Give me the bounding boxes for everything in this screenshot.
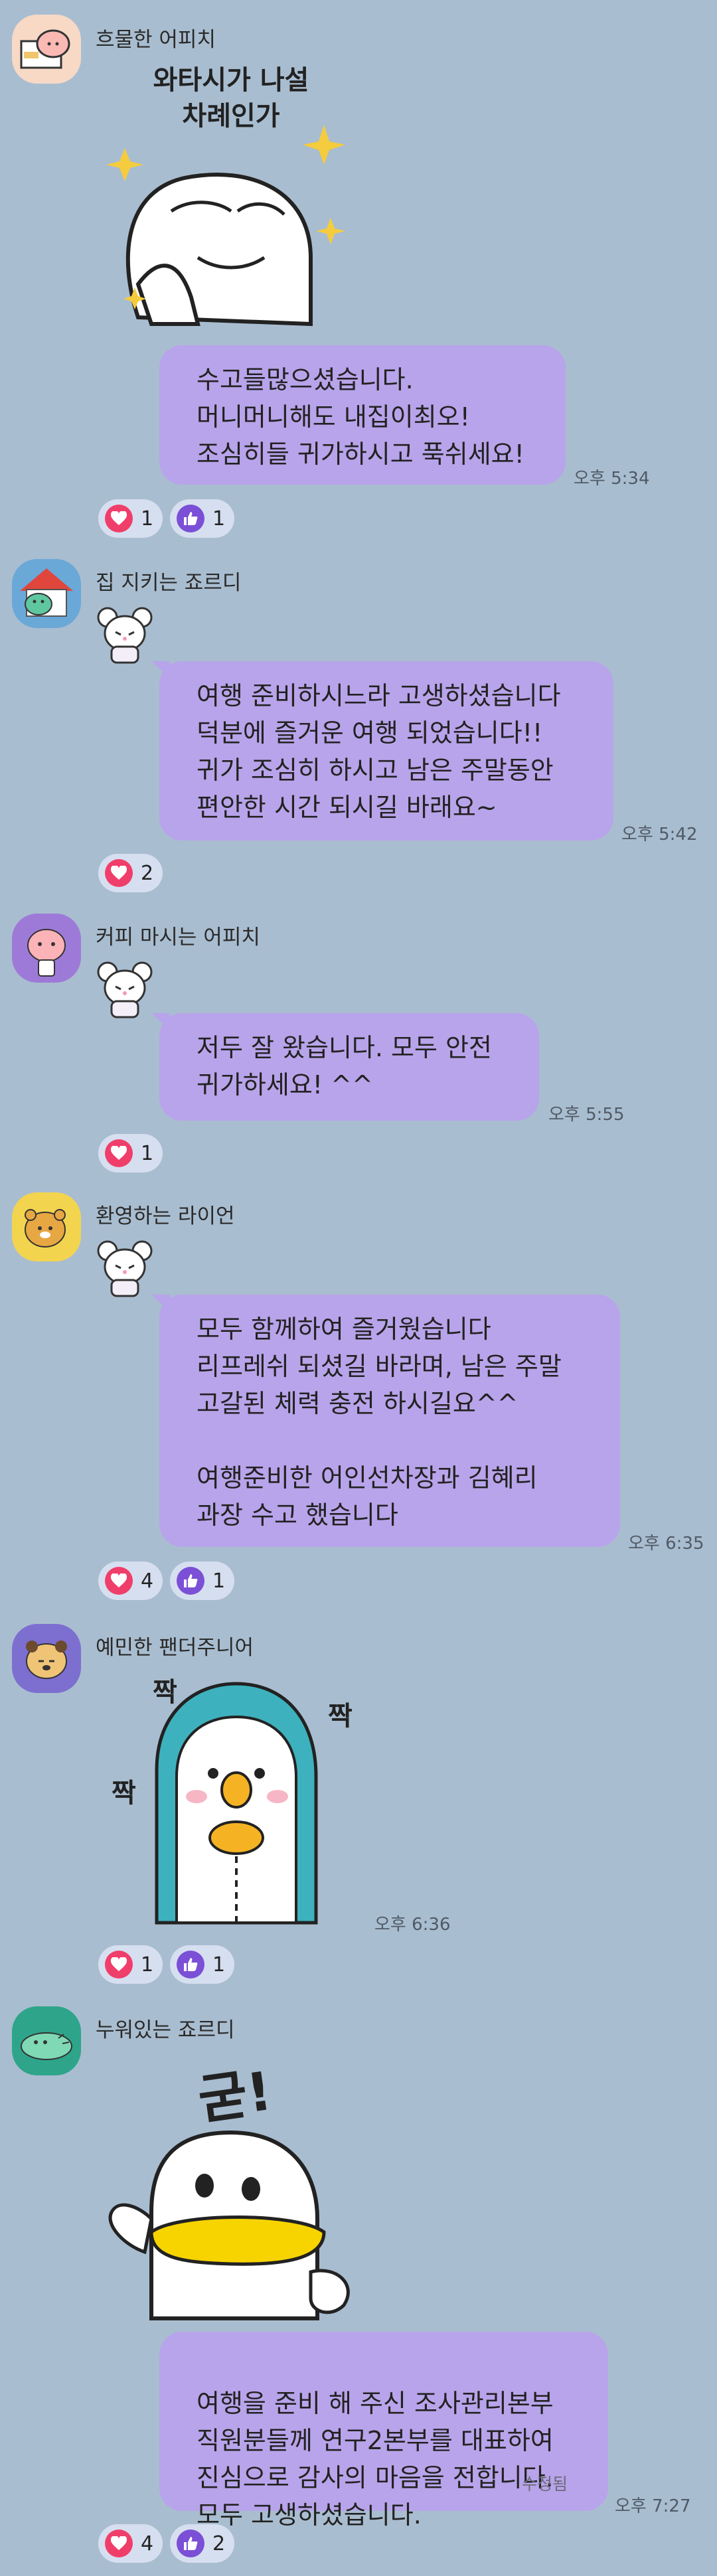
message-time: 오후 6:35	[628, 1534, 704, 1554]
jordy-house-avatar-icon	[20, 568, 73, 617]
avatar[interactable]	[12, 559, 81, 628]
reaction-like[interactable]: 1	[170, 499, 235, 538]
message-time: 오후 5:42	[621, 825, 698, 845]
reaction-heart[interactable]: 2	[98, 854, 163, 892]
sticker-caption: 짝	[112, 1778, 136, 1809]
sender-name: 커피 마시는 어피치	[96, 926, 260, 949]
message-bubble[interactable]: 모두 함께하여 즐거웠습니다 리프레쉬 되셨길 바라며, 남은 주말 고갈된 체…	[151, 1295, 620, 1547]
mouse-sticker-icon	[97, 961, 153, 1018]
ryan-avatar-icon	[25, 1209, 66, 1248]
apeach-avatar-icon	[20, 29, 70, 69]
heart-icon	[105, 1567, 133, 1595]
reaction-count: 1	[212, 1953, 226, 1976]
thumbs-up-icon	[177, 2530, 204, 2557]
reaction-count: 4	[141, 2532, 154, 2555]
sticker[interactable]	[97, 960, 153, 1020]
heart-icon	[105, 2530, 133, 2557]
heart-icon	[105, 859, 133, 887]
mouse-sticker-icon	[97, 1240, 153, 1297]
sender-name: 예민한 팬더주니어	[96, 1636, 254, 1660]
reaction-like[interactable]: 2	[170, 2524, 235, 2563]
message-text: 여행을 준비 해 주신 조사관리본부 직원분들께 연구2본부를 대표하여 진심으…	[197, 2389, 554, 2530]
reaction-count: 1	[141, 1141, 154, 1165]
reaction-count: 2	[212, 2532, 226, 2555]
reaction-heart[interactable]: 1	[98, 1134, 163, 1172]
message-bubble[interactable]: 수고들많으셨습니다. 머니머니해도 내집이최오! 조심히들 귀가하시고 푹쉬세요…	[159, 345, 566, 485]
avatar[interactable]	[12, 1192, 81, 1261]
reaction-heart[interactable]: 1	[98, 1945, 163, 1984]
jordy-lying-avatar-icon	[21, 2032, 72, 2060]
reaction-heart[interactable]: 4	[98, 1562, 163, 1600]
apeach-coffee-avatar-icon	[27, 929, 66, 977]
reaction-like[interactable]: 1	[170, 1562, 235, 1600]
sticker[interactable]	[97, 605, 153, 665]
sender-name: 집 지키는 죠르디	[96, 571, 242, 595]
avatar[interactable]	[12, 1624, 81, 1693]
panda-jr-avatar-icon	[26, 1641, 67, 1679]
reaction-count: 2	[141, 861, 154, 885]
message-bubble[interactable]: 저두 잘 왔습니다. 모두 안전 귀가하세요! ^^	[151, 1013, 539, 1121]
sticker-caption: 짝	[153, 1677, 177, 1708]
heart-icon	[105, 1139, 133, 1167]
message-bubble[interactable]: 여행 준비하시느라 고생하셨습니다 덕분에 즐거운 여행 되었습니다!! 귀가 …	[151, 661, 613, 841]
sticker[interactable]: 짝 짝 짝	[104, 1664, 369, 1929]
sender-name: 환영하는 라이언	[96, 1204, 235, 1228]
message-time: 오후 7:27	[615, 2496, 691, 2516]
sticker-caption: 와타시가 나설 차례인가	[153, 65, 309, 131]
edited-label: 수정됨	[522, 2474, 568, 2494]
message-time: 오후 5:55	[548, 1105, 625, 1125]
sticker[interactable]: 와타시가 나설 차례인가	[98, 58, 364, 331]
sticker-caption: 굳!	[194, 2059, 276, 2132]
sender-name: 누워있는 죠르디	[96, 2018, 235, 2042]
avatar[interactable]	[12, 15, 81, 84]
avatar[interactable]	[12, 2006, 81, 2075]
message-time: 오후 6:36	[374, 1915, 451, 1935]
message-time: 오후 5:34	[574, 469, 650, 489]
thumbs-up-icon	[177, 505, 204, 532]
heart-icon	[105, 1951, 133, 1978]
sticker[interactable]: 굳!	[98, 2053, 370, 2325]
reaction-count: 1	[212, 507, 226, 530]
reaction-count: 1	[141, 507, 154, 530]
reaction-count: 1	[212, 1569, 226, 1593]
thumbs-up-icon	[177, 1951, 204, 1978]
sticker[interactable]	[97, 1239, 153, 1299]
reaction-like[interactable]: 1	[170, 1945, 235, 1984]
reaction-count: 4	[141, 1569, 154, 1593]
reaction-count: 1	[141, 1953, 154, 1976]
heart-icon	[105, 505, 133, 532]
sender-name: 흐물한 어피치	[96, 28, 216, 52]
avatar[interactable]	[12, 914, 81, 983]
reaction-heart[interactable]: 1	[98, 499, 163, 538]
reaction-heart[interactable]: 4	[98, 2524, 163, 2563]
thumbs-up-icon	[177, 1567, 204, 1595]
sticker-caption: 짝	[328, 1701, 353, 1731]
mouse-sticker-icon	[97, 607, 153, 664]
